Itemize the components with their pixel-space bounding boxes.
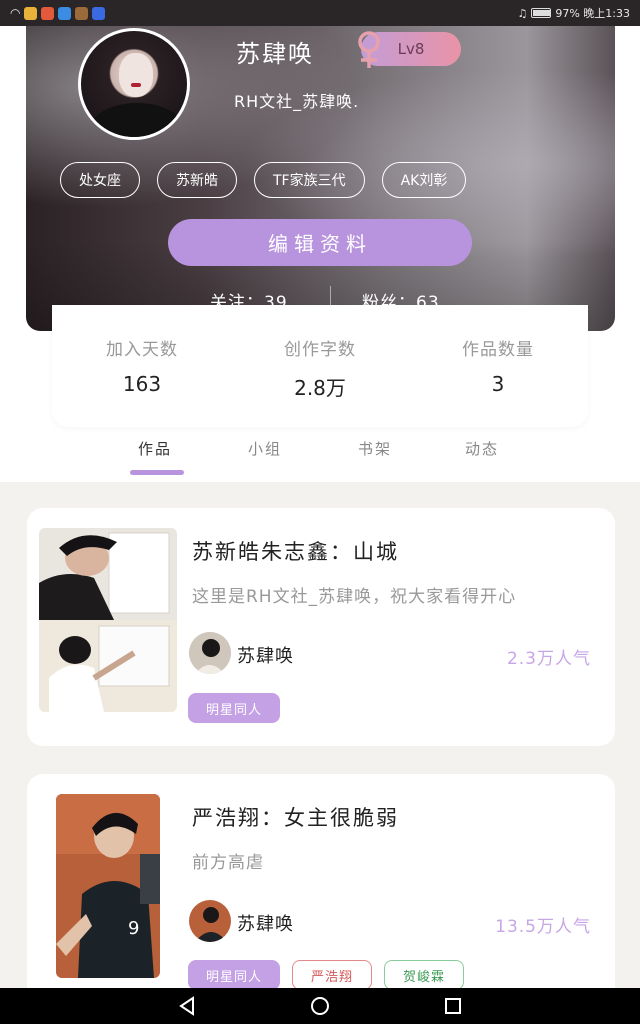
work-cover-image: 9 xyxy=(56,794,160,978)
work-description: 前方高虐 xyxy=(192,853,264,873)
work-card[interactable]: 苏新皓朱志鑫：山城 这里是RH文社_苏肆唤，祝大家看得开心 苏肆唤 2.3万人气… xyxy=(27,508,615,746)
battery-icon xyxy=(531,8,552,18)
profile-signature: RH文社_苏肆唤. xyxy=(234,92,360,111)
wifi-icon: ◠ xyxy=(10,6,21,20)
username: 苏肆唤 xyxy=(236,40,314,68)
header-background: 苏肆唤 Lv8 RH文社_苏肆唤. 处女座 苏新皓 TF家族三代 AK刘彰 编辑… xyxy=(0,26,640,482)
app-notification-icon xyxy=(24,6,38,20)
status-time: 97% 晚上1:33 xyxy=(555,7,630,20)
profile-avatar[interactable] xyxy=(78,28,190,140)
cover-illustration xyxy=(39,528,177,712)
tab-activity[interactable]: 动态 xyxy=(465,438,499,459)
follow-stats: 关注：39 粉丝：63 xyxy=(26,284,615,318)
profile-tags: 处女座 苏新皓 TF家族三代 AK刘彰 xyxy=(60,162,467,198)
work-description: 这里是RH文社_苏肆唤，祝大家看得开心 xyxy=(192,587,517,607)
tab-indicator xyxy=(130,470,184,475)
stat-label: 创作字数 xyxy=(284,340,356,360)
work-popularity: 2.3万人气 xyxy=(506,649,591,669)
headphones-icon: ♫ xyxy=(517,6,528,20)
profile-card: 苏肆唤 Lv8 RH文社_苏肆唤. 处女座 苏新皓 TF家族三代 AK刘彰 编辑… xyxy=(26,26,615,331)
status-bar-left: ◠ xyxy=(10,6,106,20)
stat-word-count: 创作字数 2.8万 xyxy=(250,335,390,401)
avatar-body xyxy=(91,103,183,137)
followers-count[interactable]: 粉丝：63 xyxy=(362,288,440,313)
profile-tag[interactable]: 苏新皓 xyxy=(157,162,237,198)
work-title[interactable]: 苏新皓朱志鑫：山城 xyxy=(192,536,399,566)
status-bar: ◠ ♫ 97% 晚上1:33 xyxy=(0,0,640,26)
author-name[interactable]: 苏肆唤 xyxy=(237,642,294,668)
work-title[interactable]: 严浩翔：女主很脆弱 xyxy=(192,802,399,832)
stat-value: 2.8万 xyxy=(294,376,346,400)
app-notification-icon xyxy=(92,6,106,20)
work-tags: 明星同人 严浩翔 贺峻霖 xyxy=(188,960,465,990)
work-tag[interactable]: 严浩翔 xyxy=(292,960,373,990)
author-avatar-image xyxy=(189,900,231,942)
app-notification-icon xyxy=(41,6,55,20)
back-button[interactable] xyxy=(175,994,199,1018)
tab-works[interactable]: 作品 xyxy=(138,438,172,459)
stats-card: 加入天数 163 创作字数 2.8万 作品数量 3 xyxy=(52,305,588,427)
home-button[interactable] xyxy=(308,994,332,1018)
work-tags: 明星同人 xyxy=(188,693,281,723)
following-count[interactable]: 关注：39 xyxy=(210,288,288,313)
author-avatar-image xyxy=(189,632,231,674)
home-circle-icon xyxy=(310,997,329,1015)
profile-tabs: 作品 小组 书架 动态 xyxy=(0,432,640,482)
work-tag[interactable]: 明星同人 xyxy=(188,960,281,990)
app-notification-icon xyxy=(75,6,89,20)
divider xyxy=(330,286,331,310)
stat-value: 3 xyxy=(491,372,505,396)
recents-button[interactable] xyxy=(441,994,465,1018)
work-cover-image xyxy=(39,528,177,712)
cover-illustration: 9 xyxy=(56,794,160,978)
system-nav-bar xyxy=(0,988,640,1024)
tab-groups[interactable]: 小组 xyxy=(248,438,282,459)
back-triangle-icon xyxy=(178,996,194,1016)
avatar-lips xyxy=(131,83,141,87)
stat-works-count: 作品数量 3 xyxy=(428,335,568,396)
stat-join-days: 加入天数 163 xyxy=(72,335,212,396)
author-avatar[interactable] xyxy=(189,900,231,942)
work-card[interactable]: 9 严浩翔：女主很脆弱 前方高虐 苏肆唤 13.5万人气 明星同人 严浩翔 贺峻… xyxy=(27,774,615,1004)
author-avatar[interactable] xyxy=(189,632,231,674)
profile-tag[interactable]: TF家族三代 xyxy=(254,162,365,198)
svg-text:9: 9 xyxy=(128,918,139,939)
edit-profile-button[interactable]: 编辑资料 xyxy=(168,219,472,266)
author-name[interactable]: 苏肆唤 xyxy=(237,910,294,936)
avatar-face xyxy=(119,53,153,97)
profile-tag[interactable]: 处女座 xyxy=(60,162,140,198)
recents-square-icon xyxy=(445,998,462,1014)
stat-label: 作品数量 xyxy=(462,340,534,360)
female-icon xyxy=(358,31,380,68)
work-popularity: 13.5万人气 xyxy=(495,917,591,937)
stat-label: 加入天数 xyxy=(106,340,178,360)
work-tag[interactable]: 贺峻霖 xyxy=(384,960,465,990)
tab-bookshelf[interactable]: 书架 xyxy=(358,438,392,459)
stat-value: 163 xyxy=(122,372,162,396)
app-notification-icon xyxy=(58,6,72,20)
work-tag[interactable]: 明星同人 xyxy=(188,693,281,723)
status-bar-right: ♫ 97% 晚上1:33 xyxy=(517,5,630,21)
profile-tag[interactable]: AK刘彰 xyxy=(381,162,467,198)
